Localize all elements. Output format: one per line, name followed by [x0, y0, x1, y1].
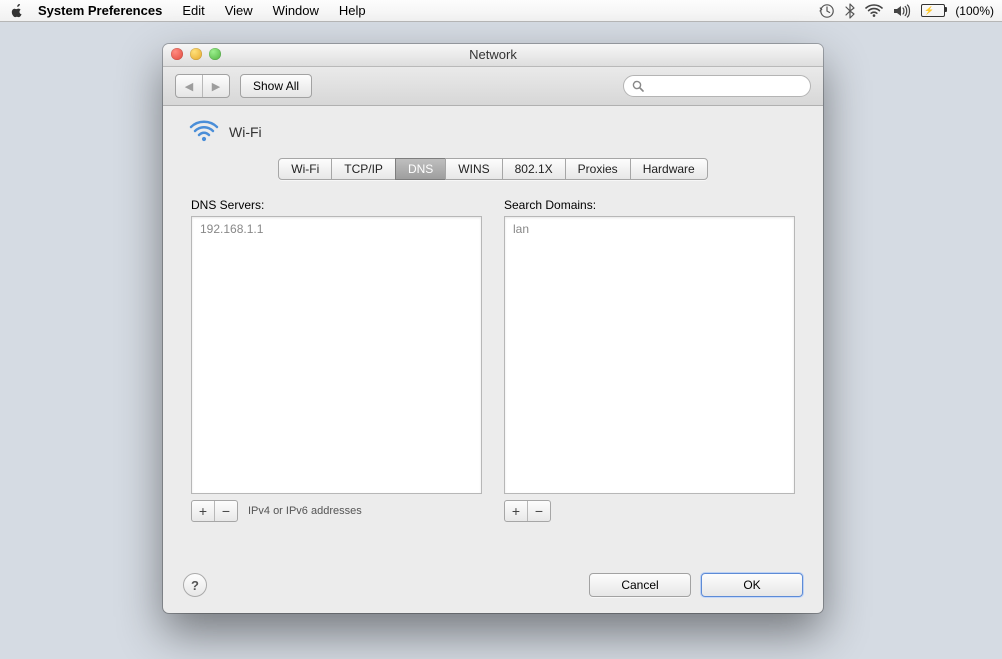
interface-icon — [189, 120, 219, 144]
battery-percent: (100%) — [955, 4, 994, 18]
apple-menu-icon[interactable] — [10, 4, 24, 18]
tab-hardware[interactable]: Hardware — [630, 158, 708, 180]
tab-dns[interactable]: DNS — [395, 158, 446, 180]
list-item[interactable]: 192.168.1.1 — [198, 221, 475, 237]
show-all-button[interactable]: Show All — [240, 74, 312, 98]
domain-remove-button[interactable]: − — [527, 501, 550, 521]
tabs: Wi-Fi TCP/IP DNS WINS 802.1X Proxies Har… — [278, 158, 707, 180]
nav-back[interactable]: ◀ — [176, 75, 202, 97]
dns-servers-label: DNS Servers: — [191, 198, 482, 212]
help-button[interactable]: ? — [183, 573, 207, 597]
menu-help[interactable]: Help — [329, 0, 376, 22]
search-domains-list[interactable]: lan — [504, 216, 795, 494]
interface-name: Wi-Fi — [229, 124, 262, 140]
cancel-button[interactable]: Cancel — [589, 573, 691, 597]
list-item[interactable]: lan — [511, 221, 788, 237]
window-title: Network — [469, 47, 517, 62]
menu-window[interactable]: Window — [263, 0, 329, 22]
nav-forward[interactable]: ▶ — [202, 75, 229, 97]
search-field[interactable] — [623, 75, 811, 97]
wifi-icon[interactable] — [865, 4, 883, 18]
search-icon — [632, 80, 644, 92]
volume-icon[interactable] — [893, 4, 911, 18]
search-domains-label: Search Domains: — [504, 198, 795, 212]
menu-edit[interactable]: Edit — [172, 0, 214, 22]
dns-hint: IPv4 or IPv6 addresses — [248, 505, 362, 517]
dns-add-button[interactable]: + — [192, 501, 214, 521]
preferences-window: Network ◀ ▶ Show All Wi-Fi Wi-Fi TCP/IP … — [163, 44, 823, 613]
dns-servers-list[interactable]: 192.168.1.1 — [191, 216, 482, 494]
menubar-app[interactable]: System Preferences — [28, 0, 172, 22]
tab-wins[interactable]: WINS — [445, 158, 502, 180]
tab-proxies[interactable]: Proxies — [565, 158, 631, 180]
window-zoom[interactable] — [209, 48, 221, 60]
toolbar: ◀ ▶ Show All — [163, 67, 823, 106]
nav-back-forward[interactable]: ◀ ▶ — [175, 74, 230, 98]
window-minimize[interactable] — [190, 48, 202, 60]
battery-icon[interactable]: ⚡ — [921, 4, 945, 17]
titlebar: Network — [163, 44, 823, 67]
ok-button[interactable]: OK — [701, 573, 803, 597]
domain-add-button[interactable]: + — [505, 501, 527, 521]
menubar: System Preferences Edit View Window Help… — [0, 0, 1002, 22]
menu-view[interactable]: View — [215, 0, 263, 22]
window-close[interactable] — [171, 48, 183, 60]
tab-tcpip[interactable]: TCP/IP — [331, 158, 396, 180]
tab-8021x[interactable]: 802.1X — [502, 158, 566, 180]
bluetooth-icon[interactable] — [845, 3, 855, 19]
dns-remove-button[interactable]: − — [214, 501, 237, 521]
time-machine-icon[interactable] — [819, 3, 835, 19]
tab-wifi[interactable]: Wi-Fi — [278, 158, 332, 180]
